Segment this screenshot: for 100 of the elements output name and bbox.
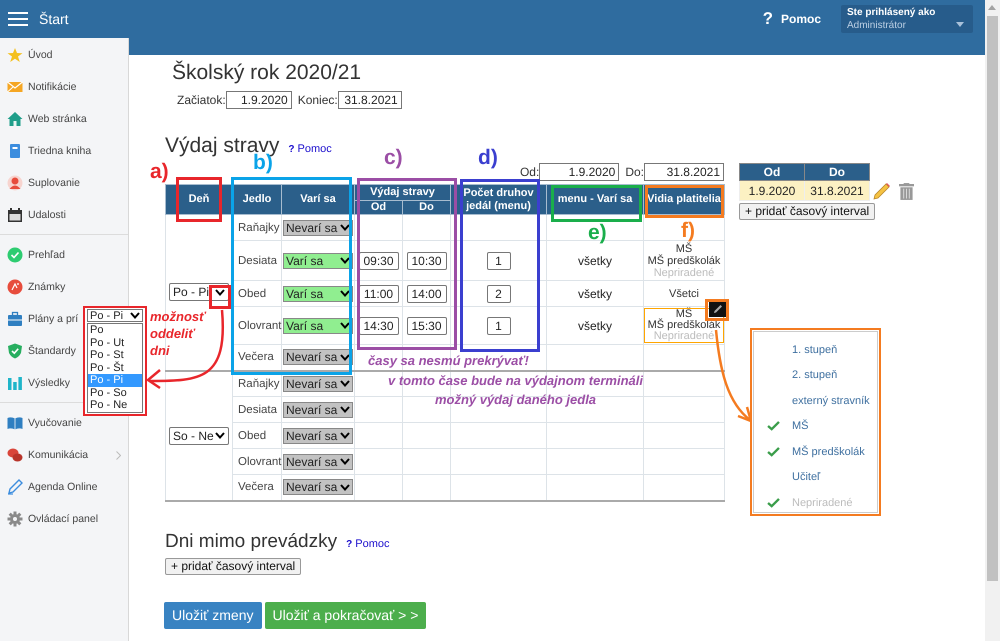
gear-icon bbox=[7, 511, 23, 527]
envelope-icon bbox=[7, 79, 23, 95]
date-field[interactable]: 1.9.2020 bbox=[539, 162, 620, 180]
field-label: Koniec: bbox=[298, 93, 338, 107]
annotation-label: e) bbox=[588, 221, 607, 245]
time-field[interactable]: 09:30 bbox=[358, 252, 398, 270]
cooking-select[interactable]: Nevarí sa bbox=[283, 220, 353, 236]
add-interval-button[interactable]: + pridať časový interval bbox=[165, 558, 302, 574]
date-field[interactable]: 31.8.2021 bbox=[644, 162, 724, 180]
sidebar-item[interactable]: Notifikácie bbox=[0, 79, 128, 95]
checklist-item[interactable]: 2. stupeň bbox=[754, 362, 877, 388]
checklist-item[interactable]: 1. stupeň bbox=[754, 337, 877, 362]
cooking-select[interactable]: Varí sa bbox=[283, 286, 353, 302]
count-field[interactable]: 1 bbox=[486, 252, 511, 270]
scrollbar-thumb[interactable] bbox=[987, 16, 998, 581]
cooking-select[interactable]: Varí sa bbox=[283, 318, 353, 334]
sidebar-item[interactable]: Ovládací panel bbox=[0, 511, 128, 527]
cooking-select[interactable]: Nevarí sa bbox=[283, 454, 353, 470]
sidebar-item[interactable]: Komunikácia bbox=[0, 447, 128, 463]
table-cell: všetky bbox=[578, 254, 612, 268]
count-field[interactable]: 1 bbox=[486, 316, 511, 334]
trash-icon[interactable] bbox=[899, 182, 914, 200]
table-cell: Obed bbox=[232, 280, 282, 306]
table-cell: Olovrant bbox=[232, 306, 282, 344]
time-field[interactable]: 14:30 bbox=[358, 316, 398, 334]
table-cell: všetky bbox=[578, 318, 612, 332]
sidebar-item[interactable]: Vyučovanie bbox=[0, 415, 128, 431]
table-cell: 1.9.2020 bbox=[740, 180, 804, 200]
payer-group: MŠ bbox=[676, 309, 692, 320]
checklist-item[interactable]: externý stravník bbox=[754, 388, 877, 414]
sidebar-item[interactable]: Triedna kniha bbox=[0, 143, 128, 159]
help-link[interactable]: ? Pomoc bbox=[288, 143, 332, 155]
table-cell: všetky bbox=[578, 286, 612, 300]
day-select[interactable]: So - Ne bbox=[169, 426, 229, 444]
chevron-icon bbox=[116, 450, 121, 460]
edit-button[interactable] bbox=[709, 301, 726, 317]
add-interval-button[interactable]: + pridať časový interval bbox=[739, 203, 876, 220]
caret-icon bbox=[340, 354, 350, 361]
caret-icon bbox=[130, 312, 140, 319]
shield-icon bbox=[7, 343, 23, 359]
caret-icon bbox=[340, 322, 350, 329]
caret-icon bbox=[215, 288, 225, 296]
notebook-icon bbox=[7, 143, 23, 159]
checklist-item[interactable]: MŠ predškolák bbox=[754, 439, 877, 464]
help-link[interactable]: ? Pomoc bbox=[762, 9, 821, 29]
check-icon bbox=[766, 421, 780, 432]
sidebar-item[interactable]: Udalosti bbox=[0, 207, 128, 223]
cooking-select[interactable]: Nevarí sa bbox=[283, 479, 353, 496]
day-select[interactable]: Po - Pi bbox=[169, 283, 229, 302]
dropdown-option[interactable]: Po - Ne bbox=[88, 399, 142, 412]
pen-icon bbox=[7, 479, 23, 495]
checklist-item[interactable]: MŠ bbox=[754, 414, 877, 439]
check-icon bbox=[766, 446, 780, 457]
time-field[interactable]: 15:30 bbox=[406, 316, 446, 334]
date-field[interactable]: 1.9.2020 bbox=[226, 91, 292, 109]
cooking-select[interactable]: Nevarí sa bbox=[283, 349, 353, 366]
person-icon bbox=[7, 175, 23, 191]
time-field[interactable]: 10:30 bbox=[406, 252, 446, 270]
cooking-select[interactable]: Nevarí sa bbox=[283, 402, 353, 418]
briefcase-icon bbox=[7, 311, 23, 327]
dropdown-option[interactable]: Po - Št bbox=[88, 362, 142, 374]
user-menu[interactable]: Ste prihlásený ako Administrátor bbox=[841, 5, 973, 33]
time-field[interactable]: 14:00 bbox=[406, 284, 446, 302]
star-icon bbox=[7, 47, 23, 63]
caret-icon bbox=[340, 290, 350, 297]
date-field[interactable]: 31.8.2021 bbox=[338, 91, 402, 109]
help-link[interactable]: ? Pomoc bbox=[346, 538, 390, 550]
caret-icon bbox=[340, 484, 350, 491]
dropdown-option[interactable]: Po - St bbox=[88, 349, 142, 362]
up-arrow-icon bbox=[988, 5, 996, 10]
cooking-select[interactable]: Nevarí sa bbox=[283, 376, 353, 392]
column-header: Do bbox=[804, 164, 870, 180]
dropdown-option[interactable]: Po - So bbox=[88, 386, 142, 399]
scrollbar[interactable] bbox=[985, 0, 1000, 641]
table-cell: Desiata bbox=[232, 396, 282, 422]
payer-group: MŠ bbox=[676, 242, 692, 254]
sidebar-item[interactable]: Agenda Online bbox=[0, 479, 128, 495]
dropdown-option[interactable]: Po bbox=[88, 324, 142, 336]
menu-icon[interactable] bbox=[8, 11, 28, 27]
sidebar-item[interactable]: Úvod bbox=[0, 47, 128, 63]
sidebar-item[interactable]: Prehľad bbox=[0, 247, 128, 263]
count-field[interactable]: 2 bbox=[486, 284, 511, 302]
cooking-select[interactable]: Nevarí sa bbox=[283, 428, 353, 444]
sidebar-item[interactable]: Známky bbox=[0, 279, 128, 295]
sidebar-item[interactable]: Suplovanie bbox=[0, 175, 128, 191]
check-circle-icon bbox=[7, 247, 23, 263]
time-field[interactable]: 11:00 bbox=[358, 284, 398, 302]
table-cell: Obed bbox=[232, 422, 282, 448]
checklist-item[interactable]: Učiteľ bbox=[754, 464, 877, 490]
book-icon bbox=[7, 415, 23, 431]
pencil-icon[interactable] bbox=[873, 182, 891, 200]
day-select[interactable]: Po - Pi bbox=[87, 309, 143, 322]
annotation-note: možnosť oddeliť dni bbox=[150, 308, 208, 359]
column-header: Deň bbox=[166, 184, 232, 214]
table-cell: Desiata bbox=[232, 240, 282, 280]
save-button[interactable]: Uložiť zmeny bbox=[164, 602, 262, 628]
cooking-select[interactable]: Varí sa bbox=[283, 252, 353, 268]
annotation-label: a) bbox=[150, 160, 169, 184]
sidebar-item[interactable]: Web stránka bbox=[0, 111, 128, 127]
dropdown-option[interactable]: Po - Ut bbox=[88, 336, 142, 349]
